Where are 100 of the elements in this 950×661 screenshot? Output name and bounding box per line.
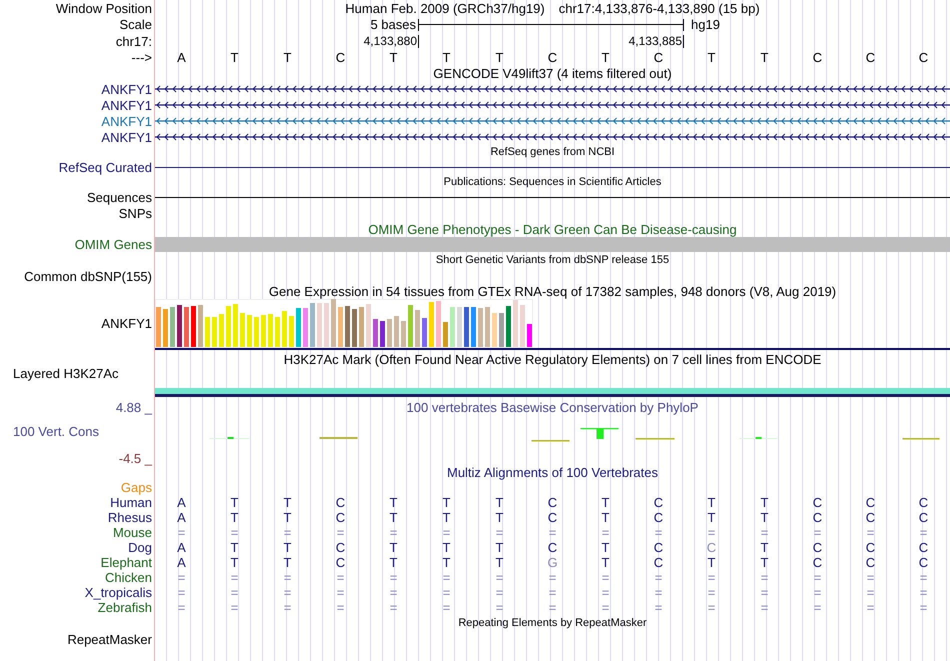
track-label[interactable]: Scale <box>119 18 152 31</box>
expression-bar[interactable] <box>198 305 203 347</box>
expression-bar[interactable] <box>401 321 406 347</box>
expression-bar[interactable] <box>254 317 259 347</box>
expression-bar[interactable] <box>415 310 420 347</box>
assembly-name: hg19 <box>690 18 720 31</box>
expression-bar[interactable] <box>499 313 504 347</box>
expression-bar[interactable] <box>261 315 266 347</box>
expression-bar[interactable] <box>212 317 217 347</box>
omim-gene-bar[interactable] <box>155 237 950 252</box>
aligned-base: A <box>177 511 186 524</box>
track-label[interactable]: RepeatMasker <box>67 632 152 646</box>
expression-bar[interactable] <box>464 307 469 347</box>
aligned-base: = <box>230 571 238 584</box>
expression-bar[interactable] <box>422 318 427 347</box>
signal-band[interactable] <box>155 388 950 394</box>
track-label[interactable]: ANKFY1 <box>101 317 152 330</box>
expression-bar[interactable] <box>324 303 329 347</box>
track-label[interactable]: chr17: <box>116 34 152 48</box>
expression-bar[interactable] <box>177 305 182 347</box>
expression-bar[interactable] <box>436 301 441 347</box>
track-label[interactable]: Chicken <box>105 571 152 584</box>
track-label[interactable]: Mouse <box>112 526 152 539</box>
track-label[interactable]: ANKFY1 <box>101 82 152 96</box>
track-label[interactable]: Zebrafish <box>98 601 152 614</box>
aligned-base: A <box>177 556 186 569</box>
aligned-base: T <box>602 496 610 509</box>
expression-bar[interactable] <box>184 307 189 347</box>
track-label[interactable]: 100 Vert. Cons <box>13 424 99 440</box>
expression-bar[interactable] <box>485 307 490 347</box>
track-line[interactable] <box>155 197 950 198</box>
expression-bar[interactable] <box>156 307 161 347</box>
expression-bar[interactable] <box>226 306 231 347</box>
aligned-base: C <box>866 496 876 509</box>
expression-bar[interactable] <box>394 316 399 347</box>
expression-bar[interactable] <box>471 307 476 347</box>
expression-bar[interactable] <box>527 324 532 347</box>
reference-base: T <box>230 50 238 64</box>
expression-bar[interactable] <box>492 313 497 347</box>
expression-bar[interactable] <box>233 304 238 347</box>
expression-bar[interactable] <box>443 322 448 347</box>
track-label[interactable]: ---> <box>131 50 152 64</box>
track-label[interactable]: Layered H3K27Ac <box>13 367 119 380</box>
expression-bar[interactable] <box>450 307 455 347</box>
expression-bar[interactable] <box>282 311 287 347</box>
expression-bar[interactable] <box>296 308 301 347</box>
expression-bar[interactable] <box>366 304 371 347</box>
expression-bar[interactable] <box>429 302 434 347</box>
expression-bar[interactable] <box>310 303 315 347</box>
expression-bar[interactable] <box>520 305 525 347</box>
expression-bar[interactable] <box>408 305 413 347</box>
expression-bar[interactable] <box>359 307 364 347</box>
expression-bar[interactable] <box>240 313 245 347</box>
track-label[interactable]: Human <box>110 496 152 509</box>
expression-bar[interactable] <box>380 321 385 347</box>
expression-bar[interactable] <box>247 315 252 347</box>
expression-bar[interactable] <box>268 314 273 347</box>
expression-bar[interactable] <box>303 308 308 347</box>
expression-bar[interactable] <box>338 307 343 347</box>
expression-bar[interactable] <box>275 317 280 347</box>
expression-bar[interactable] <box>506 306 511 347</box>
track-label[interactable]: Rhesus <box>108 511 152 524</box>
track-label[interactable]: Window Position <box>56 2 152 14</box>
aligned-base: = <box>178 601 186 614</box>
aligned-base: C <box>918 496 928 509</box>
coordinate-tick-label: 4,133,880 <box>364 35 417 47</box>
aligned-base: = <box>654 571 662 584</box>
expression-bar[interactable] <box>289 316 294 347</box>
track-label[interactable]: ANKFY1 <box>101 130 152 144</box>
expression-bar[interactable] <box>205 317 210 347</box>
expression-bar[interactable] <box>170 307 175 347</box>
expression-bar[interactable] <box>457 307 462 347</box>
expression-bar[interactable] <box>373 319 378 347</box>
track-label[interactable]: Sequences <box>86 191 152 204</box>
expression-bar[interactable] <box>219 314 224 347</box>
track-label[interactable]: Common dbSNP(155) <box>24 270 152 282</box>
aligned-base: C <box>866 541 876 554</box>
track-label[interactable]: X_tropicalis <box>84 586 152 599</box>
expression-bar[interactable] <box>331 299 336 347</box>
track-label[interactable]: ANKFY1 <box>101 114 152 128</box>
aligned-base: C <box>336 541 346 554</box>
aligned-base: = <box>496 601 504 614</box>
track-label[interactable]: SNPs <box>118 206 152 220</box>
expression-bar[interactable] <box>191 306 196 347</box>
expression-bar[interactable] <box>345 306 350 347</box>
track-label[interactable]: Elephant <box>100 556 152 569</box>
expression-bar[interactable] <box>387 319 392 347</box>
expression-bar[interactable] <box>352 309 357 347</box>
track-title: Repeating Elements by RepeatMasker <box>458 618 647 628</box>
expression-bar[interactable] <box>163 309 168 347</box>
aligned-base: = <box>760 571 768 584</box>
track-label[interactable]: RefSeq Curated <box>58 161 152 174</box>
track-label[interactable]: ANKFY1 <box>101 98 152 112</box>
expression-bar[interactable] <box>317 303 322 347</box>
expression-bar[interactable] <box>513 300 518 347</box>
track-line[interactable] <box>155 167 950 168</box>
expression-bar[interactable] <box>478 308 483 347</box>
track-label[interactable]: Dog <box>128 541 152 554</box>
track-label[interactable]: OMIM Genes <box>74 238 152 251</box>
track-title: Short Genetic Variants from dbSNP release 155 <box>436 254 670 266</box>
